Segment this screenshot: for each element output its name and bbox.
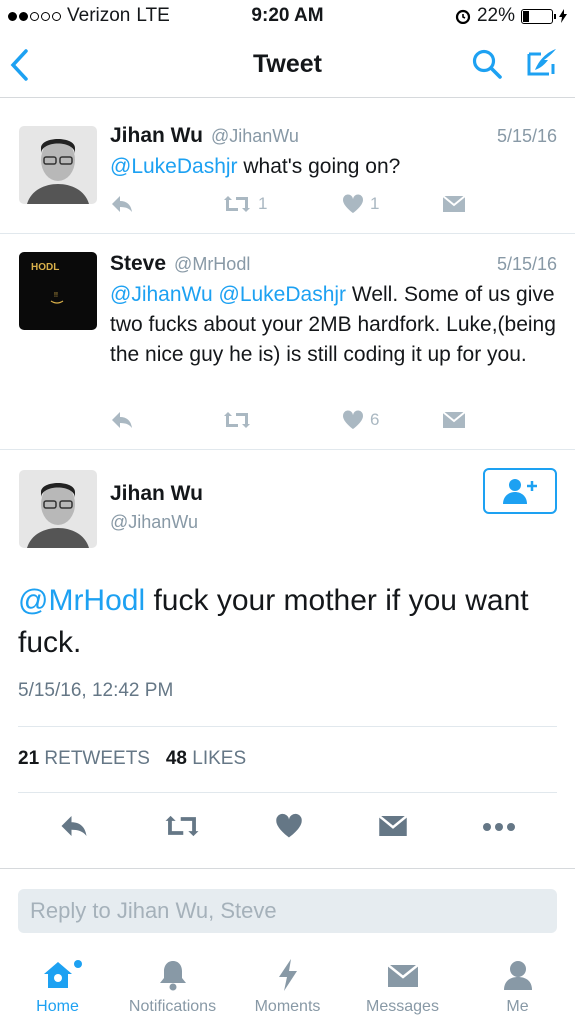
charging-icon (559, 9, 567, 23)
follow-button[interactable] (483, 468, 557, 514)
tweet-actions: 1 1 (110, 194, 557, 214)
avatar[interactable]: HODL!! (19, 252, 97, 330)
heart-icon (342, 194, 364, 213)
tweet-text: @JihanWu @LukeDashjr Well. Some of us gi… (110, 280, 557, 370)
envelope-icon (386, 964, 419, 987)
retweet-button[interactable] (222, 410, 342, 430)
envelope-icon (442, 411, 466, 428)
like-total: 48 (165, 748, 187, 769)
more-options-button[interactable] (482, 819, 516, 837)
tab-messages[interactable]: Messages (345, 948, 460, 1024)
divider (18, 792, 557, 793)
author-name[interactable]: Jihan Wu (110, 482, 203, 506)
tweet-timestamp: 5/15/16, 12:42 PM (18, 680, 174, 701)
tab-bar: Home Notifications Moments Messages Me (0, 948, 575, 1024)
tweet-date: 5/15/16 (496, 254, 557, 274)
retweet-button[interactable]: 1 (222, 194, 342, 214)
like-count: 6 (370, 410, 380, 429)
battery-info: 22% (455, 5, 567, 27)
tab-label: Home (36, 998, 79, 1015)
reply-icon (61, 815, 87, 836)
tweet-actions: 6 (110, 410, 557, 430)
avatar[interactable] (19, 126, 97, 204)
compose-tweet-button[interactable] (525, 46, 559, 85)
mention-link[interactable]: @JihanWu (110, 283, 213, 306)
reply-icon (112, 196, 132, 212)
like-button[interactable]: 6 (342, 410, 442, 430)
avatar[interactable] (19, 470, 97, 548)
likes-stat[interactable]: 48 LIKES (166, 748, 246, 769)
avatar-logo-text: HODL (31, 262, 59, 273)
reply-icon (112, 412, 132, 428)
add-user-icon (503, 479, 537, 504)
tab-label: Messages (366, 998, 439, 1015)
tab-me[interactable]: Me (460, 948, 575, 1024)
main-tweet-text: @MrHodl fuck your mother if you want fuc… (18, 580, 558, 664)
heart-icon (342, 410, 364, 429)
tab-notifications[interactable]: Notifications (115, 948, 230, 1024)
tweet-stats: 21 RETWEETS 48 LIKES (18, 748, 246, 770)
tweet-date: 5/15/16 (496, 126, 557, 146)
alarm-icon (455, 9, 471, 24)
reply-tweet[interactable]: Jihan Wu @JihanWu 5/15/16 @LukeDashjr wh… (0, 110, 575, 234)
battery-percent: 22% (476, 5, 515, 26)
like-button[interactable]: 1 (342, 194, 442, 214)
retweet-button[interactable] (163, 813, 201, 844)
envelope-icon (378, 814, 408, 836)
direct-message-button[interactable] (442, 195, 466, 213)
reply-button[interactable] (110, 194, 222, 214)
tab-label: Moments (254, 998, 321, 1015)
direct-message-button[interactable] (442, 411, 466, 429)
svg-text:!!: !! (54, 292, 58, 299)
direct-message-button[interactable] (378, 814, 408, 843)
envelope-icon (442, 195, 466, 212)
heart-icon (276, 813, 303, 837)
person-icon (503, 961, 532, 990)
divider (18, 726, 557, 727)
author-name[interactable]: Jihan Wu (110, 124, 203, 148)
retweet-icon (224, 412, 250, 428)
search-icon (472, 49, 502, 79)
retweet-count: 1 (258, 194, 268, 213)
likes-label: LIKES (192, 748, 247, 769)
main-tweet-header: Jihan Wu @JihanWu (0, 450, 575, 570)
search-button[interactable] (471, 48, 503, 85)
author-handle[interactable]: @JihanWu (211, 126, 299, 147)
compose-icon (527, 49, 556, 76)
tweet-body: what's going on? (237, 155, 401, 178)
home-icon (43, 962, 72, 988)
lightning-icon (278, 959, 297, 991)
navigation-bar: Tweet (0, 34, 575, 98)
author-handle[interactable]: @JihanWu (110, 512, 203, 533)
reply-tweet[interactable]: HODL!! Steve @MrHodl 5/15/16 @JihanWu @L… (0, 234, 575, 450)
mention-link[interactable]: @LukeDashjr (110, 155, 238, 178)
battery-icon (521, 8, 556, 24)
retweet-icon (165, 815, 199, 836)
retweet-icon (224, 196, 250, 212)
more-icon (482, 823, 515, 831)
tab-label: Notifications (128, 998, 217, 1015)
tab-moments[interactable]: Moments (230, 948, 345, 1024)
status-bar: Verizon LTE 9:20 AM 22% (0, 0, 575, 34)
reply-button[interactable] (59, 813, 89, 844)
tab-home[interactable]: Home (0, 948, 115, 1024)
retweet-total: 21 (18, 748, 40, 769)
bell-icon (159, 961, 186, 991)
reply-input[interactable]: Reply to Jihan Wu, Steve (18, 889, 557, 933)
main-tweet-actions (0, 806, 575, 850)
retweets-label: RETWEETS (44, 748, 150, 769)
mention-link[interactable]: @LukeDashjr (219, 283, 347, 306)
author-handle[interactable]: @MrHodl (174, 254, 250, 275)
retweets-stat[interactable]: 21 RETWEETS (18, 748, 150, 769)
mention-link[interactable]: @MrHodl (18, 584, 145, 617)
reply-button[interactable] (110, 410, 222, 430)
like-button[interactable] (275, 813, 303, 844)
reply-composer: Reply to Jihan Wu, Steve (0, 868, 575, 948)
like-count: 1 (370, 194, 380, 213)
tweet-text: @LukeDashjr what's going on? (110, 152, 557, 182)
notification-dot (74, 960, 82, 968)
tab-label: Me (506, 998, 529, 1015)
author-name[interactable]: Steve (110, 252, 166, 276)
